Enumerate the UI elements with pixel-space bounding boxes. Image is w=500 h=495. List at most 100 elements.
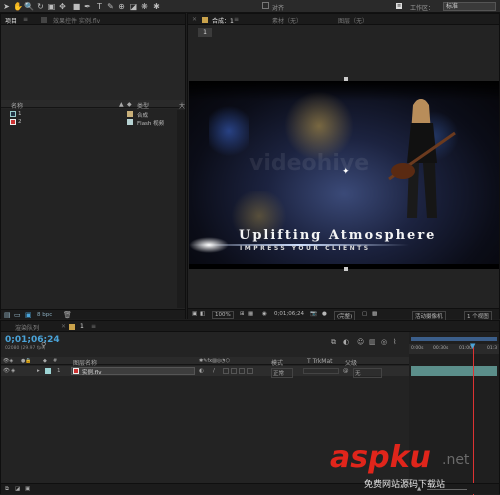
lock-icon[interactable] [202,17,208,23]
expand-in-out-icon[interactable]: ▣ [25,486,30,492]
anchor-point-icon[interactable]: ✦ [342,167,350,177]
rotate-tool-icon[interactable]: ↻ [36,2,45,11]
label-icon[interactable]: ▲ [119,101,124,108]
mask-tool-icon[interactable]: ■ [72,2,81,11]
puppet-tool-icon[interactable]: ✱ [152,2,161,11]
timecode-display[interactable]: 0;01;06;24 [274,311,304,317]
workspace-select[interactable]: 标准 [443,2,496,11]
trkmat-select[interactable] [303,368,339,374]
bpc-label[interactable]: 8 bpc [37,312,52,318]
layer-columns-header: 👁◈ ●🔒 ◆ # 图层名称 ✱✎fx▨◎◔⬡ 模式 T TrkMat 父级 [1,357,409,367]
hand-tool-icon[interactable]: ✋ [13,2,23,11]
watermark-subtitle: 免费网站源码下载站 [364,480,446,490]
close-icon[interactable]: ✕ [192,16,197,23]
roto-brush-tool-icon[interactable]: ❋ [140,2,149,11]
col-size[interactable]: 大 [179,101,185,110]
lock-icon[interactable] [41,17,47,23]
tab-footage[interactable]: 素材（无） [272,16,302,25]
expand-arrow-icon[interactable]: ▸ [37,368,40,374]
table-row[interactable]: 👁 ◈ ▸ 1 实例.flv ◐ / 正常 @ 无 [1,366,409,378]
pen-tool-icon[interactable]: ✒ [83,2,92,11]
parent-select[interactable]: 无 [353,368,382,378]
workspace-icon[interactable]: ≡ [396,3,403,9]
mask-visibility-icon[interactable]: ◧ [200,311,205,317]
list-item[interactable]: 2 Flash 视频 [1,118,185,127]
label-color-icon[interactable] [45,368,51,374]
hide-shy-layers-icon[interactable]: ☺ [357,338,364,346]
timeline-controls: 0;01;06;24 02080 (29.97 fps) ⚲ ⧉ ◐ ☺ ▥ ◎… [1,332,409,358]
comp-mini-flowchart-icon[interactable]: ⧉ [331,338,336,347]
region-of-interest-icon[interactable]: ▢ [362,311,367,317]
col-type[interactable]: 类型 [137,101,149,110]
project-scrollbar[interactable] [177,110,185,308]
always-preview-icon[interactable]: ▣ [192,311,197,317]
quality-switch-icon[interactable]: / [213,368,215,374]
project-tabbar: 项目 ≡ 效果控件 实例.flv [1,14,185,25]
transparency-grid-icon[interactable]: ▩ [372,311,377,317]
mode-select[interactable]: 正常 [271,368,294,378]
snap-checkbox[interactable] [262,2,269,9]
snapshot-icon[interactable]: ◉ [262,311,267,317]
eraser-tool-icon[interactable]: ◪ [129,2,138,11]
audio-icon[interactable]: ◈ [11,368,15,374]
work-area-bar[interactable] [411,337,497,341]
layer-name-field[interactable]: 实例.flv [71,367,195,376]
col-name[interactable]: 名称 [11,101,23,110]
tab-project[interactable]: 项目 [5,16,17,25]
text-tool-icon[interactable]: T [95,2,104,11]
zoom-tool-icon[interactable]: 🔍 [24,2,34,11]
layer-bar[interactable] [411,366,497,376]
grid-icon[interactable]: ▦ [248,311,253,317]
project-preview-area [1,25,185,99]
new-composition-icon[interactable]: ▣ [25,311,32,319]
menu-icon[interactable]: ≡ [234,16,239,23]
tab-render-queue[interactable]: 渲染队列 [15,323,39,332]
zoom-select[interactable]: 100% [212,311,234,319]
graph-editor-icon[interactable]: ⌇ [393,338,396,346]
tab-layer[interactable]: 图层（无） [338,16,368,25]
visibility-icon[interactable]: 👁 [3,368,10,374]
new-folder-icon[interactable]: ▭ [14,311,21,319]
tab-timeline-comp[interactable]: 1 [80,323,84,330]
switch-box[interactable] [231,368,237,374]
switch-box[interactable] [223,368,229,374]
list-item[interactable]: 1 合成 ⛬ [1,110,185,119]
show-channel-icon[interactable]: ● [322,311,327,317]
close-icon[interactable]: ✕ [61,323,66,330]
motion-blur-icon[interactable]: ◎ [381,338,387,346]
comp-flowchart-button[interactable]: 1 [198,28,212,37]
switch-box[interactable] [239,368,245,374]
switch-box[interactable] [247,368,253,374]
item-name: 1 [18,111,22,117]
expand-layer-switches-icon[interactable]: ⧉ [5,486,9,493]
safe-zones-icon[interactable]: ⊞ [240,311,245,317]
tab-composition[interactable]: 合成：1 [212,16,234,25]
search-icon[interactable]: ⚲ [41,341,46,349]
tab-effects[interactable]: 效果控件 实例.flv [53,16,100,25]
time-ruler[interactable]: 0:00s 00:30s 01:00s 01:3 [409,344,499,354]
delete-icon[interactable]: 🗑 [63,311,72,319]
expand-transfer-controls-icon[interactable]: ◪ [15,486,20,492]
camera-snapshot-icon[interactable]: 📷 [310,311,317,317]
selection-tool-icon[interactable]: ➤ [2,2,11,11]
viewer-frame[interactable]: videohive ✦ Uplifting Atmosphere IMPRESS… [189,81,499,269]
col-trkmat[interactable]: T TrkMat [307,358,333,365]
viewer-watermark: videohive [249,151,370,176]
clone-tool-icon[interactable]: ⊕ [117,2,126,11]
shy-switch-icon[interactable]: ◐ [199,368,204,374]
handle-bottom[interactable] [344,267,348,271]
project-columns-header: 名称 ▲ ◆ 类型 大 [1,100,185,110]
handle-top[interactable] [344,77,348,81]
menu-icon[interactable]: ≡ [91,323,96,330]
interpret-footage-icon[interactable]: ▤ [4,311,11,319]
camera-tool-icon[interactable]: ▣ [47,2,56,11]
pan-behind-tool-icon[interactable]: ✥ [58,2,67,11]
playhead-icon[interactable]: ▼ [470,342,475,350]
brush-tool-icon[interactable]: ✎ [106,2,115,11]
frame-blending-icon[interactable]: ▥ [369,338,376,346]
timeline-timecode[interactable]: 0;01;06;24 [5,335,60,345]
draft-3d-icon[interactable]: ◐ [343,338,349,346]
close-icon[interactable]: ≡ [23,16,28,23]
pickwhip-icon[interactable]: @ [343,368,349,374]
tag-icon[interactable]: ◆ [127,101,132,108]
